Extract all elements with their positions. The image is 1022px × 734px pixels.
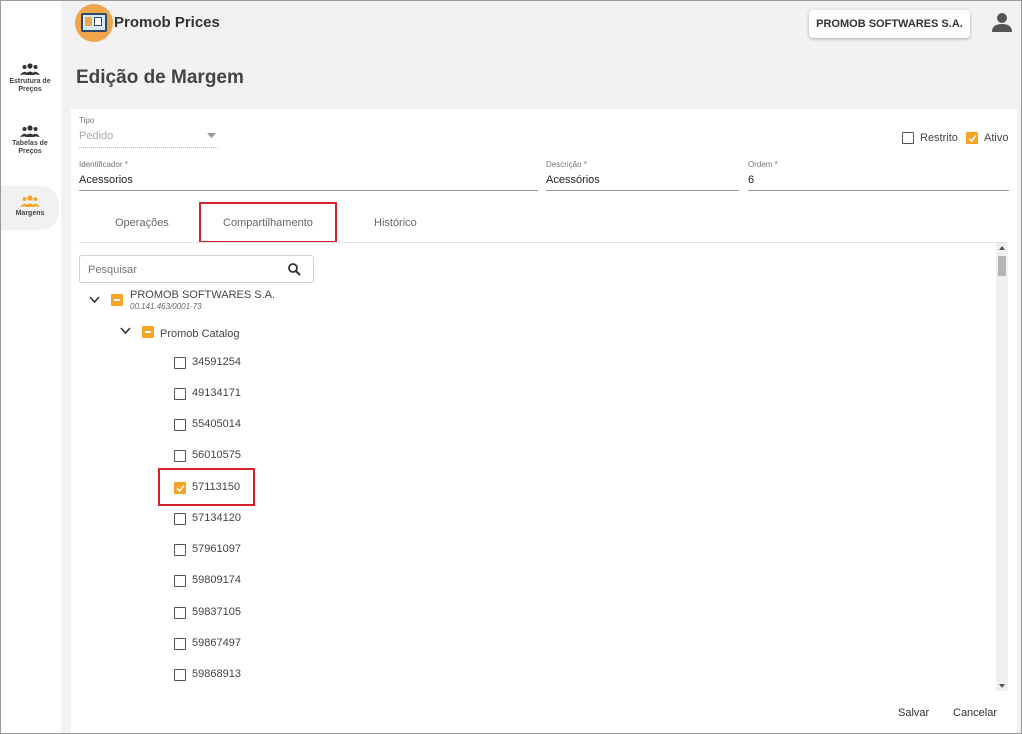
- tree-item-label: 55405014: [192, 418, 241, 430]
- sidebar-item-estrutura-precos[interactable]: Estrutura de Preços: [1, 63, 59, 105]
- page-title: Edição de Margem: [76, 67, 244, 88]
- save-button[interactable]: Salvar: [898, 707, 929, 719]
- scroll-thumb[interactable]: [998, 256, 1006, 276]
- company-button[interactable]: PROMOB SOFTWARES S.A.: [809, 10, 970, 38]
- identificador-input[interactable]: Acessorios: [79, 174, 133, 186]
- tree-root-label: PROMOB SOFTWARES S.A.: [130, 289, 276, 301]
- tree-item-checkbox[interactable]: [174, 450, 186, 462]
- sidebar-item-label: Preços: [18, 86, 42, 93]
- tree-item-label: 59868913: [192, 668, 241, 680]
- descricao-input[interactable]: Acessórios: [546, 174, 600, 186]
- app-title: Promob Prices: [114, 14, 220, 31]
- restrito-label: Restrito: [920, 132, 958, 144]
- people-icon: [20, 195, 40, 207]
- sidebar-item-margens[interactable]: Margens: [1, 186, 59, 230]
- ordem-label: Ordem *: [748, 160, 778, 169]
- highlight-box-tab: [199, 202, 337, 243]
- tipo-label: Tipo: [79, 116, 95, 125]
- sidebar-item-label: Margens: [15, 210, 45, 217]
- tree-item-label: 57961097: [192, 543, 241, 555]
- tree-item-checkbox[interactable]: [174, 669, 186, 681]
- tree-scrollbar[interactable]: [996, 243, 1008, 691]
- tree-item-checkbox[interactable]: [174, 388, 186, 400]
- tree-root-sub: 00.141.463/0001-73: [130, 302, 202, 311]
- tipo-select[interactable]: Pedido: [79, 130, 113, 142]
- tree-item-label: 59837105: [192, 606, 241, 618]
- tree-item-checkbox[interactable]: [174, 638, 186, 650]
- tree-child-checkbox[interactable]: [142, 326, 154, 338]
- tab-operacoes[interactable]: Operações: [115, 217, 169, 229]
- cancel-button[interactable]: Cancelar: [953, 707, 997, 719]
- app-header: Promob Prices PROMOB SOFTWARES S.A.: [61, 1, 1021, 47]
- tree-item-label: 49134171: [192, 387, 241, 399]
- descricao-label: Descrição *: [546, 160, 587, 169]
- tree-item-label: 59867497: [192, 637, 241, 649]
- search-placeholder: Pesquisar: [88, 264, 137, 276]
- chevron-down-icon[interactable]: [120, 327, 131, 335]
- ordem-input[interactable]: 6: [748, 174, 754, 186]
- app-logo: [75, 4, 113, 42]
- people-icon: [20, 63, 40, 75]
- ordem-underline: [748, 190, 1009, 191]
- sidebar-item-label: Tabelas de: [12, 140, 48, 147]
- tree-item-label: 34591254: [192, 356, 241, 368]
- user-icon[interactable]: [991, 11, 1013, 33]
- search-input[interactable]: Pesquisar: [79, 255, 314, 283]
- tree-item-checkbox[interactable]: [174, 419, 186, 431]
- tree-item-checkbox[interactable]: [174, 575, 186, 587]
- tree-root-checkbox[interactable]: [111, 294, 123, 306]
- identificador-label: Identificador *: [79, 160, 128, 169]
- scroll-down-icon[interactable]: [999, 684, 1005, 688]
- restrito-checkbox[interactable]: [902, 132, 914, 144]
- people-icon: [20, 125, 40, 137]
- chevron-down-icon[interactable]: [89, 296, 100, 304]
- tipo-underline: [79, 147, 218, 148]
- tree-item-label: 57134120: [192, 512, 241, 524]
- tree-item-checkbox[interactable]: [174, 544, 186, 556]
- tabs-divider: [79, 242, 1007, 243]
- search-icon[interactable]: [288, 263, 301, 276]
- dropdown-arrow-icon: [207, 133, 216, 138]
- sidebar-item-tabelas-precos[interactable]: Tabelas de Preços: [1, 125, 59, 167]
- ativo-checkbox[interactable]: [966, 132, 978, 144]
- scroll-up-icon[interactable]: [999, 246, 1005, 250]
- ativo-label: Ativo: [984, 132, 1009, 144]
- tree-item-checkbox[interactable]: [174, 513, 186, 525]
- descricao-underline: [546, 190, 739, 191]
- identificador-underline: [79, 190, 538, 191]
- highlight-box-item: [158, 468, 255, 506]
- tree-item-checkbox[interactable]: [174, 357, 186, 369]
- sidebar: Estrutura de Preços Tabelas de Preços Ma…: [1, 1, 61, 733]
- sidebar-item-label: Estrutura de: [9, 78, 51, 85]
- tree-child-label: Promob Catalog: [160, 328, 240, 340]
- tree-item-label: 56010575: [192, 449, 241, 461]
- check-icon: [968, 135, 977, 143]
- tree-item-checkbox[interactable]: [174, 607, 186, 619]
- tab-historico[interactable]: Histórico: [374, 217, 417, 229]
- tree-item-label: 59809174: [192, 574, 241, 586]
- sidebar-item-label: Preços: [18, 148, 42, 155]
